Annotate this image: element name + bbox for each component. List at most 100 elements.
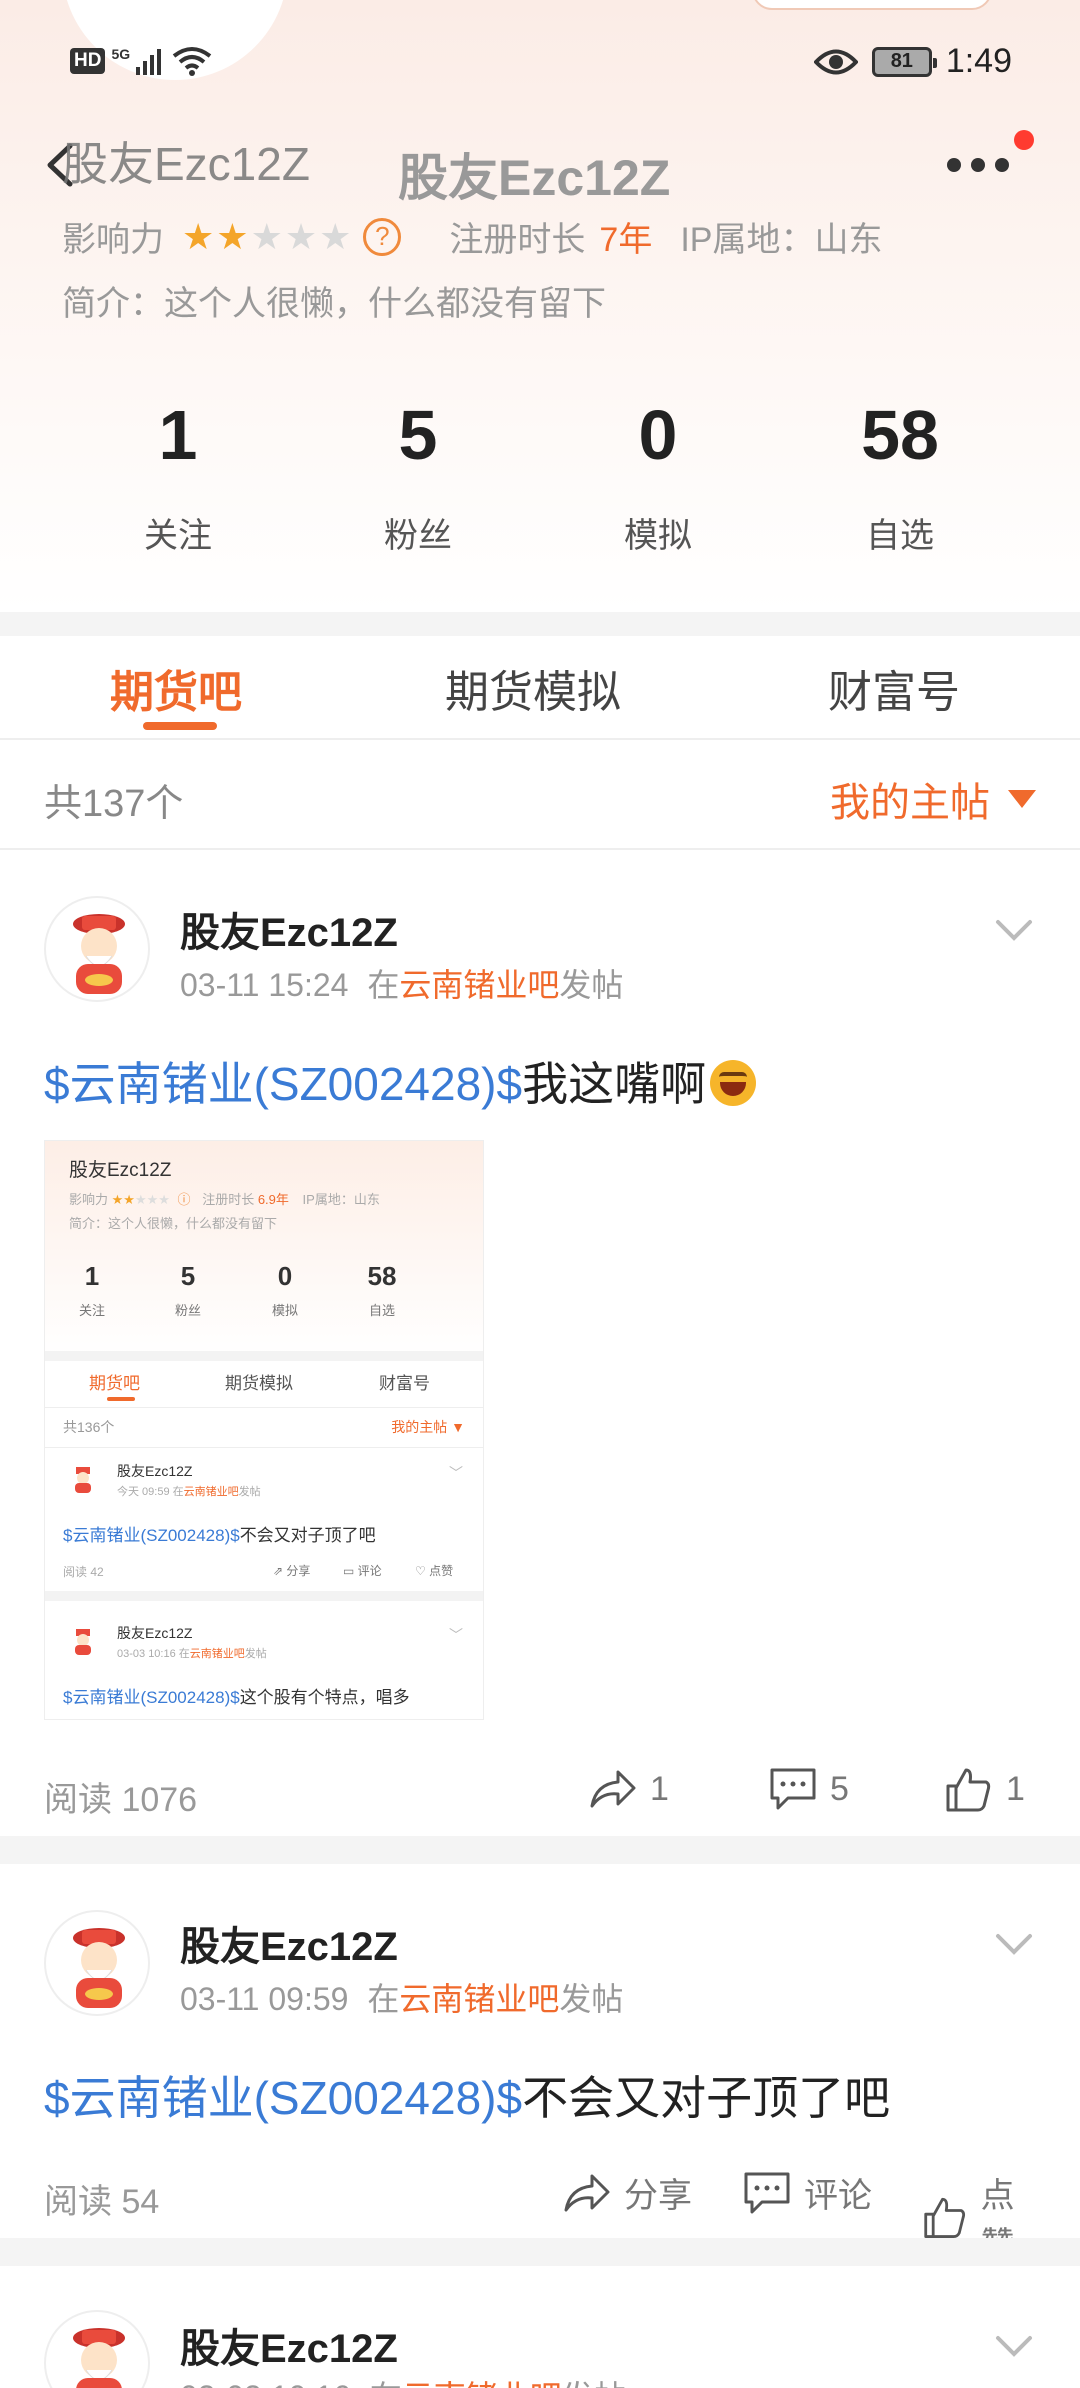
post-author-name[interactable]: 股友Ezc12Z bbox=[180, 900, 398, 958]
thumb-intro: 简介：这个人很懒，什么都没有留下 bbox=[69, 1216, 278, 1231]
influence-stars: ★ ★ ★ ★ ★ bbox=[182, 215, 351, 257]
thumb-comment: ▭ 评论 bbox=[343, 1564, 382, 1578]
post-action-label: 发帖 bbox=[562, 2379, 626, 2388]
thumb-chevron-icon: ﹀ bbox=[449, 1627, 463, 1643]
thumb-stat-label: 粉丝 bbox=[174, 1303, 201, 1318]
notification-dot bbox=[1014, 130, 1034, 150]
thumb-post-bar: 云南锗业吧 bbox=[189, 1648, 245, 1660]
profile-meta-row: 影响力 ★ ★ ★ ★ ★ ? 注册时长 7年 IP属地：山东 bbox=[62, 212, 882, 261]
battery-indicator: 81 bbox=[871, 46, 937, 77]
thumb-divider bbox=[45, 1351, 483, 1361]
thumb-filter: 我的主帖 ▼ bbox=[391, 1419, 465, 1435]
section-divider bbox=[0, 612, 1080, 636]
like-count: 1 bbox=[1006, 1769, 1025, 1808]
post-content[interactable]: $云南锗业(SZ002428)$不会又对子顶了吧 bbox=[44, 2062, 890, 2128]
post-time: 03-03 10:16 bbox=[180, 2379, 351, 2388]
star-empty-icon: ★ bbox=[250, 215, 283, 257]
share-icon bbox=[590, 1770, 636, 1808]
stat-fans[interactable]: 5 粉丝 bbox=[318, 390, 518, 557]
thumb-post-meta: 03-03 10:16 在云南锗业吧发帖 bbox=[117, 1645, 267, 1661]
tab-futures-simulation[interactable]: 期货模拟 bbox=[445, 656, 621, 720]
thumbs-up-icon bbox=[924, 2197, 966, 2238]
profile-intro: 简介：这个人很懒，什么都没有留下 bbox=[62, 285, 606, 323]
filter-label: 我的主帖 bbox=[830, 781, 990, 825]
thumb-username: 股友Ezc12Z bbox=[69, 1160, 172, 1181]
help-question-icon[interactable]: ? bbox=[363, 217, 402, 256]
influence-label: 影响力 bbox=[62, 221, 164, 259]
collapsed-username: 股友Ezc12Z bbox=[62, 138, 310, 190]
post-content[interactable]: $云南锗业(SZ002428)$我这嘴啊 bbox=[44, 1048, 757, 1114]
share-icon bbox=[564, 2174, 610, 2211]
post-time: 03-11 15:24 bbox=[180, 967, 349, 1003]
post-bar-link[interactable]: 云南锗业吧 bbox=[399, 1981, 559, 2017]
post-author-avatar[interactable] bbox=[44, 1910, 150, 2016]
post-meta: 03-03 10:16 在云南锗业吧发帖 bbox=[180, 2372, 626, 2388]
share-button[interactable]: 1 bbox=[588, 1766, 669, 1812]
thumb-stat-label: 关注 bbox=[78, 1303, 105, 1318]
stock-tag-link[interactable]: $云南锗业(SZ002428)$ bbox=[44, 2072, 522, 2124]
register-label: 注册时长 bbox=[449, 221, 586, 259]
stock-tag-link[interactable]: $云南锗业(SZ002428)$ bbox=[44, 1058, 522, 1110]
stat-simulation[interactable]: 0 模拟 bbox=[558, 390, 758, 557]
chevron-down-icon[interactable] bbox=[994, 2334, 1034, 2358]
post-author-avatar[interactable] bbox=[44, 2310, 150, 2388]
thumb-stat-value: 58 bbox=[367, 1261, 397, 1291]
thumb-tab-indicator bbox=[107, 1397, 135, 1401]
thumb-help-icon: ⓘ bbox=[177, 1192, 191, 1207]
thumb-stock: $云南锗业(SZ002428)$ bbox=[63, 1526, 240, 1545]
thumb-influence: 影响力 bbox=[69, 1192, 109, 1207]
thumb-chevron-icon: ﹀ bbox=[449, 1465, 463, 1481]
tab-wealth-account[interactable]: 财富号 bbox=[828, 656, 960, 720]
comment-button[interactable]: 评论 bbox=[742, 2168, 872, 2217]
thumb-stat: 0 模拟 bbox=[250, 1261, 320, 1319]
stat-value: 58 bbox=[861, 396, 939, 474]
post-filter-dropdown[interactable]: 我的主帖 bbox=[830, 770, 1036, 828]
post-author-avatar[interactable] bbox=[44, 896, 150, 1002]
post-author-name[interactable]: 股友Ezc12Z bbox=[180, 1914, 398, 1972]
comment-button[interactable]: 5 bbox=[768, 1766, 849, 1812]
thumb-ip: IP属地：山东 bbox=[302, 1192, 380, 1207]
stat-following[interactable]: 1 关注 bbox=[78, 390, 278, 557]
post-image-screenshot[interactable]: 股友Ezc12Z 影响力 ★★★★★ ⓘ 注册时长 6.9年 IP属地：山东 简… bbox=[44, 1140, 484, 1720]
stat-label: 粉丝 bbox=[384, 517, 452, 555]
stat-label: 关注 bbox=[144, 517, 212, 555]
caishen-avatar-icon bbox=[73, 1928, 125, 2008]
tab-futures-bar[interactable]: 期货吧 bbox=[110, 656, 242, 720]
more-options-icon[interactable] bbox=[946, 150, 1010, 180]
thumb-tab: 期货模拟 bbox=[225, 1374, 293, 1393]
thumb-post-time: 今天 09:59 bbox=[117, 1486, 170, 1498]
thumb-register: 注册时长 bbox=[202, 1192, 255, 1207]
post-bar-link[interactable]: 云南锗业吧 bbox=[402, 2379, 562, 2388]
thumb-stat: 5 粉丝 bbox=[153, 1261, 223, 1319]
comment-icon bbox=[770, 1768, 816, 1810]
thumb-post-bar: 云南锗业吧 bbox=[183, 1486, 239, 1498]
stat-watchlist[interactable]: 58 自选 bbox=[800, 390, 1000, 557]
eye-icon bbox=[813, 49, 858, 74]
network-label: 5G bbox=[111, 46, 131, 62]
clock: 1:49 bbox=[945, 42, 1012, 80]
thumb-stars: ★★ bbox=[111, 1192, 135, 1207]
share-button[interactable]: 分享 bbox=[562, 2168, 692, 2217]
follow-button-partial[interactable] bbox=[752, 0, 992, 10]
share-label: 分享 bbox=[624, 2177, 692, 2215]
chevron-down-icon[interactable] bbox=[994, 1932, 1034, 1956]
post-time: 03-11 09:59 bbox=[180, 1981, 349, 2017]
star-empty-icon: ★ bbox=[284, 215, 318, 257]
thumb-read-count: 阅读 42 bbox=[63, 1565, 104, 1579]
thumb-post-meta: 今天 09:59 在云南锗业吧发帖 bbox=[117, 1483, 261, 1499]
like-button[interactable]: 1 bbox=[944, 1766, 1025, 1812]
thumb-register-value: 6.9年 bbox=[257, 1192, 289, 1207]
post-in-label: 在 bbox=[367, 1981, 400, 2017]
comment-count: 5 bbox=[830, 1769, 849, 1808]
comment-icon bbox=[744, 2172, 790, 2213]
register-value: 7年 bbox=[599, 221, 653, 259]
thumb-stock: $云南锗业(SZ002428)$ bbox=[63, 1688, 240, 1707]
post-author-name[interactable]: 股友Ezc12Z bbox=[180, 2316, 398, 2374]
share-count: 1 bbox=[650, 1769, 669, 1808]
post-bar-link[interactable]: 云南锗业吧 bbox=[399, 967, 559, 1003]
post-action-label: 发帖 bbox=[559, 1981, 624, 2017]
thumb-post-posted: 发帖 bbox=[238, 1486, 261, 1498]
stat-label: 模拟 bbox=[624, 517, 692, 555]
chevron-down-icon[interactable] bbox=[994, 918, 1034, 942]
stat-value: 0 bbox=[638, 396, 678, 474]
